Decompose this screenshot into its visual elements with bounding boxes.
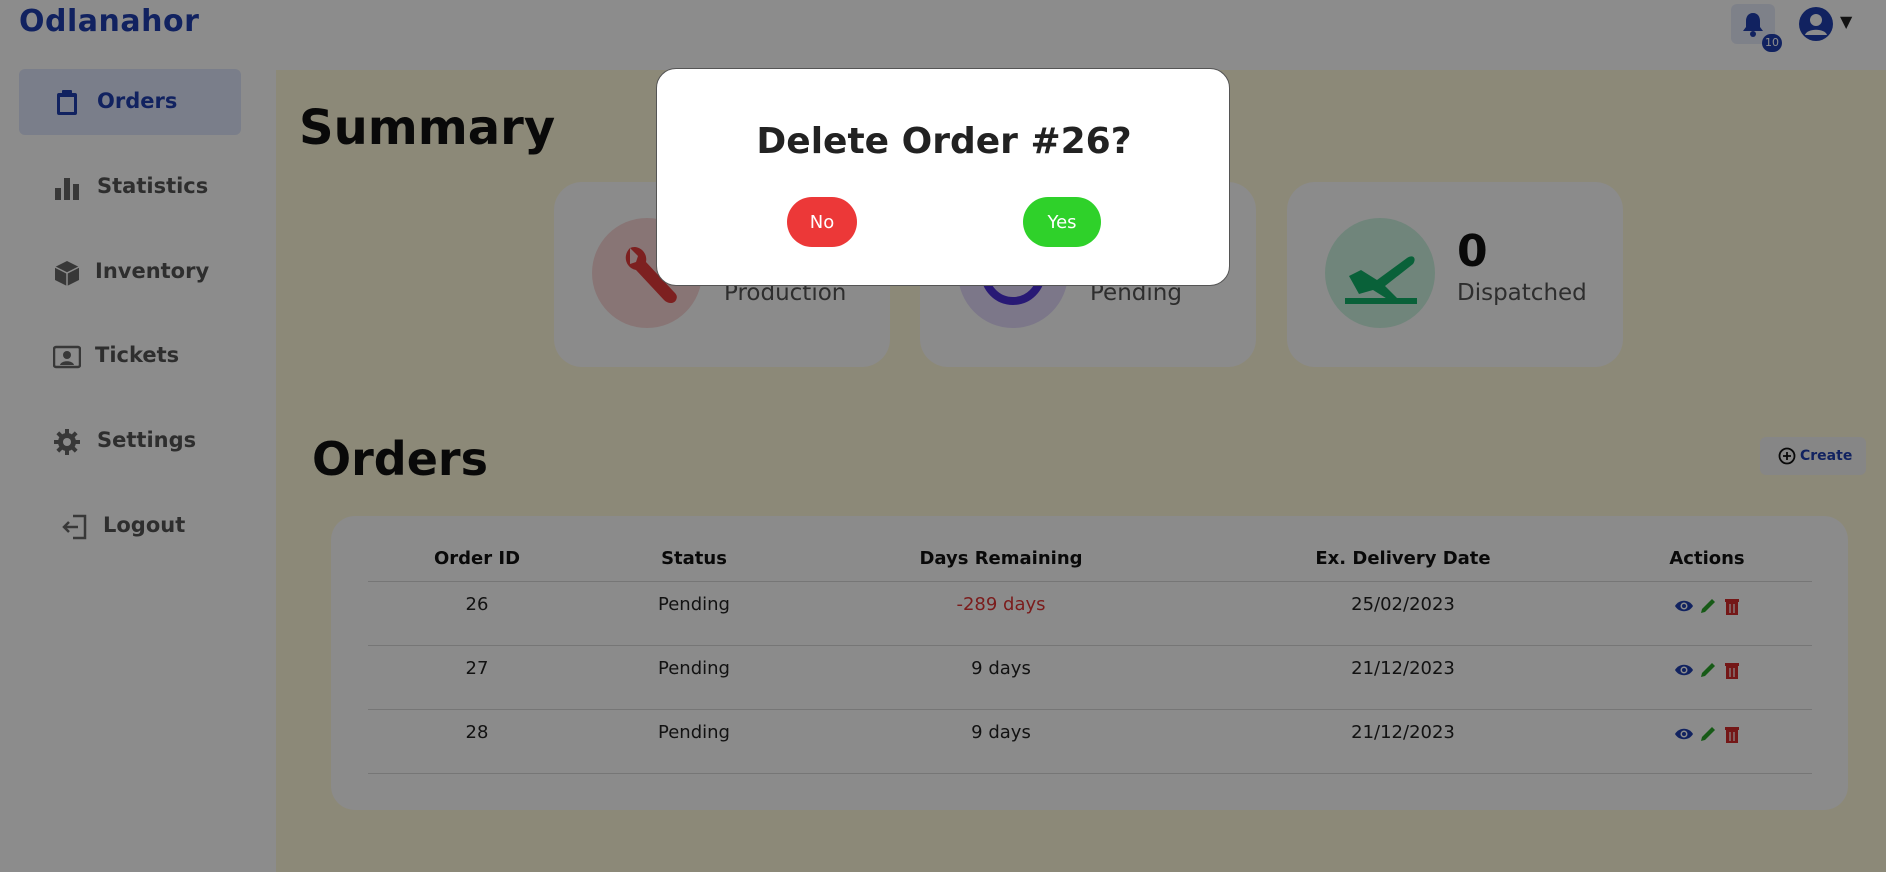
yes-button[interactable]: Yes <box>1023 197 1101 247</box>
delete-confirm-dialog: Delete Order #26? No Yes <box>656 68 1230 286</box>
no-button[interactable]: No <box>787 197 857 247</box>
dialog-title: Delete Order #26? <box>756 121 1132 162</box>
